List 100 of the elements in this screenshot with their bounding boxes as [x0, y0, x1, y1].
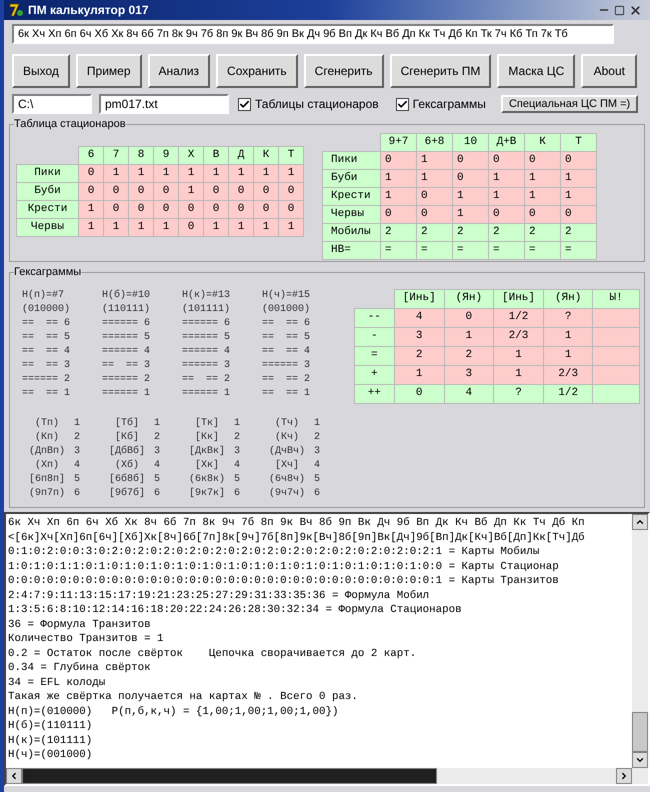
- card-label: (Хб): [114, 458, 139, 472]
- hexagram-title: Н(б)=#10: [102, 288, 150, 302]
- row-header: Пики: [322, 151, 380, 169]
- hexagram-code: (101111): [182, 302, 230, 316]
- toolbar-button[interactable]: Сгенерить ПМ: [390, 54, 492, 88]
- scroll-thumb[interactable]: [22, 768, 437, 784]
- row-header: Буби: [16, 182, 78, 200]
- table-cell: 0: [204, 182, 228, 200]
- table-cell: 0: [154, 200, 178, 218]
- card-number: 4: [74, 458, 80, 472]
- column-header: [Инь]: [394, 289, 444, 308]
- vertical-scrollbar[interactable]: [632, 514, 648, 768]
- hexagram-line: == == 3: [22, 358, 70, 372]
- scroll-down-icon[interactable]: [635, 755, 645, 765]
- table-cell: ?: [493, 384, 544, 403]
- table-cell: 0: [278, 182, 304, 200]
- table-cell: =: [380, 241, 416, 259]
- output-line: 36 = Формула Транзитов: [8, 618, 151, 632]
- card-label: (6к8к): [188, 472, 225, 486]
- table-cell: 0: [524, 205, 560, 223]
- row-header: +: [354, 365, 394, 384]
- table-cell: 0: [560, 205, 596, 223]
- toolbar-button[interactable]: Сохранить: [216, 54, 298, 88]
- toolbar-button[interactable]: About: [581, 54, 638, 88]
- card-number: 2: [314, 430, 320, 444]
- table-cell: 1: [560, 187, 596, 205]
- table-cell: 0: [128, 182, 154, 200]
- table-cell: 1: [154, 164, 178, 182]
- toolbar-button[interactable]: Сгенерить: [304, 54, 384, 88]
- output-memo[interactable]: [6, 514, 632, 768]
- card-number: 1: [74, 416, 80, 430]
- scroll-up-icon[interactable]: [635, 517, 645, 527]
- table-cell: 0: [488, 205, 524, 223]
- horizontal-scrollbar[interactable]: [6, 768, 648, 784]
- hexagram-line: == == 2: [262, 372, 310, 386]
- column-header: Д: [228, 146, 254, 164]
- scroll-thumb[interactable]: [632, 712, 648, 752]
- card-number: 5: [74, 472, 80, 486]
- scroll-left-icon[interactable]: [9, 771, 19, 781]
- path-field[interactable]: C:\: [12, 94, 92, 114]
- card-number: 4: [234, 458, 240, 472]
- checkbox[interactable]: [396, 98, 409, 110]
- hexagram-line: ====== 4: [182, 344, 230, 358]
- table-cell: 1: [78, 218, 104, 236]
- output-line: 1:0:1:0:1:1:0:1:0:1:0:1:0:1:0:1:0:1:0:1:0:1:0:1:0:1:0:1:0:1:0:1:0:0 = Карты Стационар: [8, 560, 559, 574]
- table-cell: 2: [524, 223, 560, 241]
- sequence-field[interactable]: 6к Хч Хп 6п 6ч Хб Хк 8ч 6б 7п 8к 9ч 7б 8п 9к Вч 8б 9п Вк Дч 9б Вп Дк Кч Вб Дп Кк Тч Дб Кп Тк 7ч Кб Тп 7к Тб: [12, 24, 614, 44]
- table-cell: 1: [178, 182, 204, 200]
- table-cell: 0: [104, 182, 128, 200]
- table-cell: 0: [78, 164, 104, 182]
- row-header: Крести: [16, 200, 78, 218]
- card-number: 2: [74, 430, 80, 444]
- table-cell: 4: [444, 384, 494, 403]
- table-cell: 4: [394, 308, 444, 327]
- checkbox[interactable]: [238, 98, 251, 110]
- scroll-right-icon[interactable]: [619, 771, 629, 781]
- toolbar-button[interactable]: Маска ЦС: [497, 54, 576, 88]
- column-header: [Инь]: [493, 289, 544, 308]
- table-cell: 0: [560, 151, 596, 169]
- output-line: 34 = EFL колоды: [8, 676, 106, 690]
- table-cell: 2: [394, 346, 444, 365]
- toolbar-button[interactable]: Пример: [76, 54, 142, 88]
- checkbox-label: Таблицы стационаров: [255, 96, 379, 113]
- toolbar-button[interactable]: Выход: [12, 54, 70, 88]
- table-cell: 1: [254, 218, 278, 236]
- hexagram-line: ====== 3: [262, 358, 310, 372]
- row-header: =: [354, 346, 394, 365]
- hexagram-line: ====== 2: [102, 372, 150, 386]
- file-field[interactable]: pm017.txt: [99, 94, 229, 114]
- table-cell: 0: [178, 218, 204, 236]
- table-cell: 1: [278, 164, 304, 182]
- special-button[interactable]: Специальная ЦС ПМ =): [500, 95, 638, 113]
- table-cell: 0: [524, 151, 560, 169]
- hexagram-line: == == 6: [22, 316, 70, 330]
- close-icon[interactable]: [629, 4, 642, 16]
- output-line: 0.34 = Глубина свёрток: [8, 661, 151, 676]
- table-cell: 0: [394, 384, 444, 403]
- toolbar-button[interactable]: Анализ: [148, 54, 210, 88]
- card-number: 2: [234, 430, 240, 444]
- table-cell: 1: [416, 169, 452, 187]
- table-cell: 3: [394, 327, 444, 346]
- card-label: (ДчВч): [268, 444, 305, 458]
- card-number: 2: [154, 430, 160, 444]
- row-header: -: [354, 327, 394, 346]
- table-cell: 2: [488, 223, 524, 241]
- table-cell: 0: [154, 182, 178, 200]
- hexagram-line: == == 4: [22, 344, 70, 358]
- table-cell: 1: [154, 218, 178, 236]
- table-cell: =: [488, 241, 524, 259]
- table-cell: 0: [278, 200, 304, 218]
- table-cell: =: [560, 241, 596, 259]
- card-number: 5: [314, 472, 320, 486]
- table-cell: =: [524, 241, 560, 259]
- maximize-icon[interactable]: [614, 4, 625, 16]
- card-label: (Тч): [274, 416, 299, 430]
- table-cell: 1: [493, 346, 544, 365]
- card-label: (9п7п): [28, 486, 65, 500]
- column-header: К: [254, 146, 278, 164]
- table-cell: 0: [178, 200, 204, 218]
- output-line: Н(ч)=(001000): [8, 748, 92, 762]
